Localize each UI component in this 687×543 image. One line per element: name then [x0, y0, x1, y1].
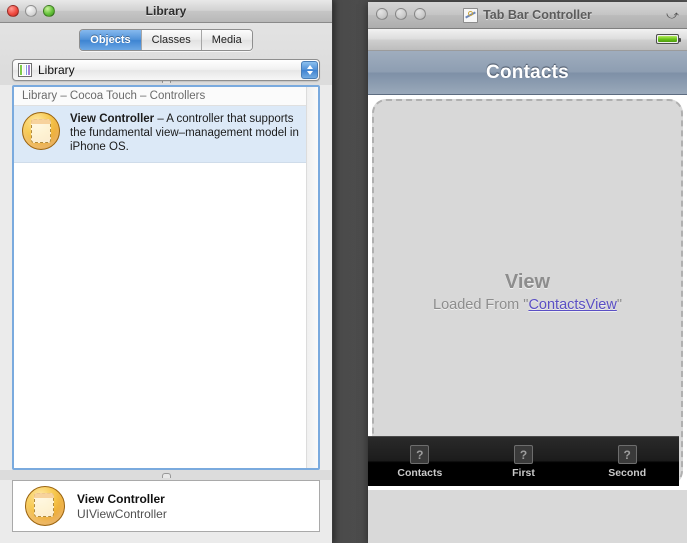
minimize-button[interactable] — [25, 5, 37, 17]
nav-bar-title: Contacts — [486, 61, 569, 83]
question-mark-icon: ? — [410, 444, 430, 464]
library-segmented-control: Objects Classes Media — [0, 29, 332, 51]
tab-bar-item-label-3: Second — [608, 466, 647, 479]
zoom-button[interactable] — [43, 5, 55, 17]
minimize-button-inactive[interactable] — [395, 8, 407, 20]
question-mark-icon-2: ? — [514, 444, 533, 464]
split-divider-bottom[interactable] — [0, 470, 332, 480]
library-object-list[interactable]: Library – Cocoa Touch – Controllers View… — [12, 85, 320, 470]
placeholder-suffix: " — [616, 297, 622, 313]
list-item-description: View Controller – A controller that supp… — [70, 112, 310, 154]
placeholder-subtitle: Loaded From "ContactsView" — [433, 297, 622, 313]
view-controller-icon — [22, 112, 60, 150]
zoom-button-inactive[interactable] — [414, 8, 426, 20]
library-group-header: Library – Cocoa Touch – Controllers — [14, 87, 318, 106]
library-detail-pane: View Controller UIViewController — [12, 480, 320, 532]
iphone-content-area: View Loaded From "ContactsView" — [368, 95, 687, 490]
tab-bar-controller-window: Tab Bar Controller ⤻ Contacts View Loade… — [368, 2, 687, 543]
split-grabber-dot-2 — [161, 472, 171, 478]
detail-title: View Controller — [77, 491, 165, 506]
tbc-titlebar[interactable]: Tab Bar Controller ⤻ — [368, 2, 687, 29]
library-bars-icon — [18, 63, 32, 77]
tab-bar-item-label: Contacts — [397, 466, 443, 479]
library-list-scrollbar[interactable] — [306, 87, 318, 468]
nib-document-icon — [463, 7, 479, 23]
placeholder-title: View — [504, 271, 551, 293]
library-scope-value: Library — [38, 63, 75, 77]
library-titlebar[interactable]: Library — [0, 0, 332, 23]
tab-bar-item-label-2: First — [512, 466, 535, 479]
library-window-controls — [7, 5, 55, 17]
chevron-updown-icon[interactable] — [301, 61, 318, 79]
question-mark-icon-3: ? — [617, 444, 637, 464]
tab-media[interactable]: Media — [201, 30, 252, 50]
placeholder-nib-link[interactable]: ContactsView — [528, 297, 616, 313]
library-toolbar: Objects Classes Media Library — [0, 23, 332, 81]
close-button[interactable] — [7, 5, 19, 17]
library-window: Library Objects Classes Media Library Li… — [0, 0, 333, 543]
tbc-window-title: Tab Bar Controller — [483, 8, 592, 22]
library-scope-popup[interactable]: Library — [12, 59, 320, 81]
list-item[interactable]: View Controller – A controller that supp… — [14, 106, 318, 163]
tab-bar-item-contacts[interactable]: ? Contacts — [368, 437, 472, 486]
view-controller-icon-detail — [25, 486, 65, 526]
iphone-nav-bar: Contacts — [368, 51, 687, 95]
desktop-background: Library Objects Classes Media Library Li… — [0, 0, 687, 543]
detail-subtitle: UIViewController — [77, 506, 167, 521]
iphone-tab-bar[interactable]: ? Contacts ? First ? Second — [368, 436, 679, 486]
tab-bar-item-second[interactable]: ? Second — [575, 437, 679, 486]
tab-objects[interactable]: Objects — [80, 30, 142, 50]
tab-classes[interactable]: Classes — [141, 30, 202, 50]
close-button-inactive[interactable] — [376, 8, 388, 20]
list-item-separator: – — [154, 113, 167, 125]
toolbar-toggle-icon[interactable]: ⤻ — [665, 8, 680, 22]
tab-bar-item-first[interactable]: ? First — [472, 437, 576, 486]
placeholder-view[interactable]: View Loaded From "ContactsView" — [372, 99, 683, 485]
list-item-title: View Controller — [70, 113, 155, 125]
placeholder-prefix: Loaded From " — [433, 297, 529, 313]
battery-icon — [656, 34, 681, 44]
tbc-window-controls — [376, 8, 426, 20]
iphone-status-bar — [368, 29, 687, 51]
